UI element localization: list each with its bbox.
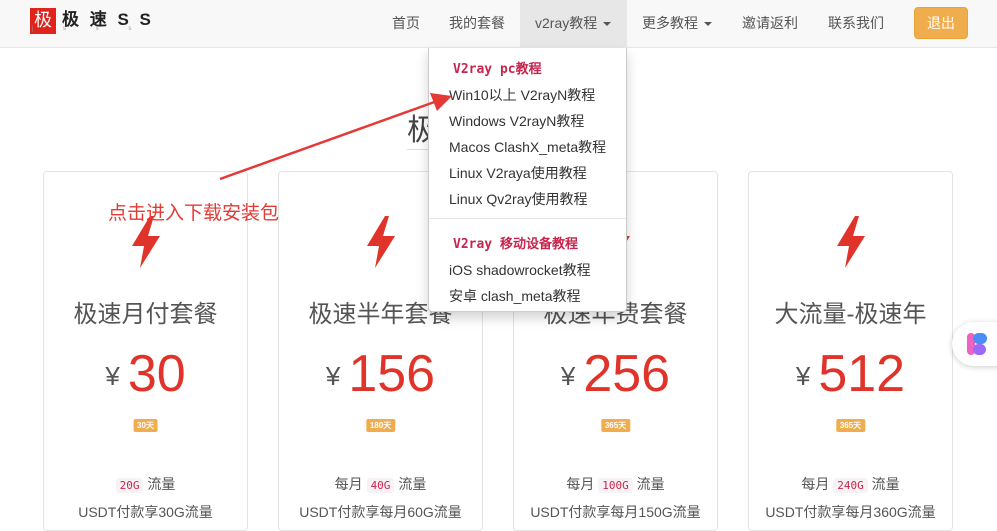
floating-app-icon[interactable] xyxy=(952,322,997,366)
annotation-text: 点击进入下载安装包 xyxy=(108,203,280,224)
annotation-arrow-icon xyxy=(219,93,452,181)
floating-app-logo-icon xyxy=(967,333,987,355)
